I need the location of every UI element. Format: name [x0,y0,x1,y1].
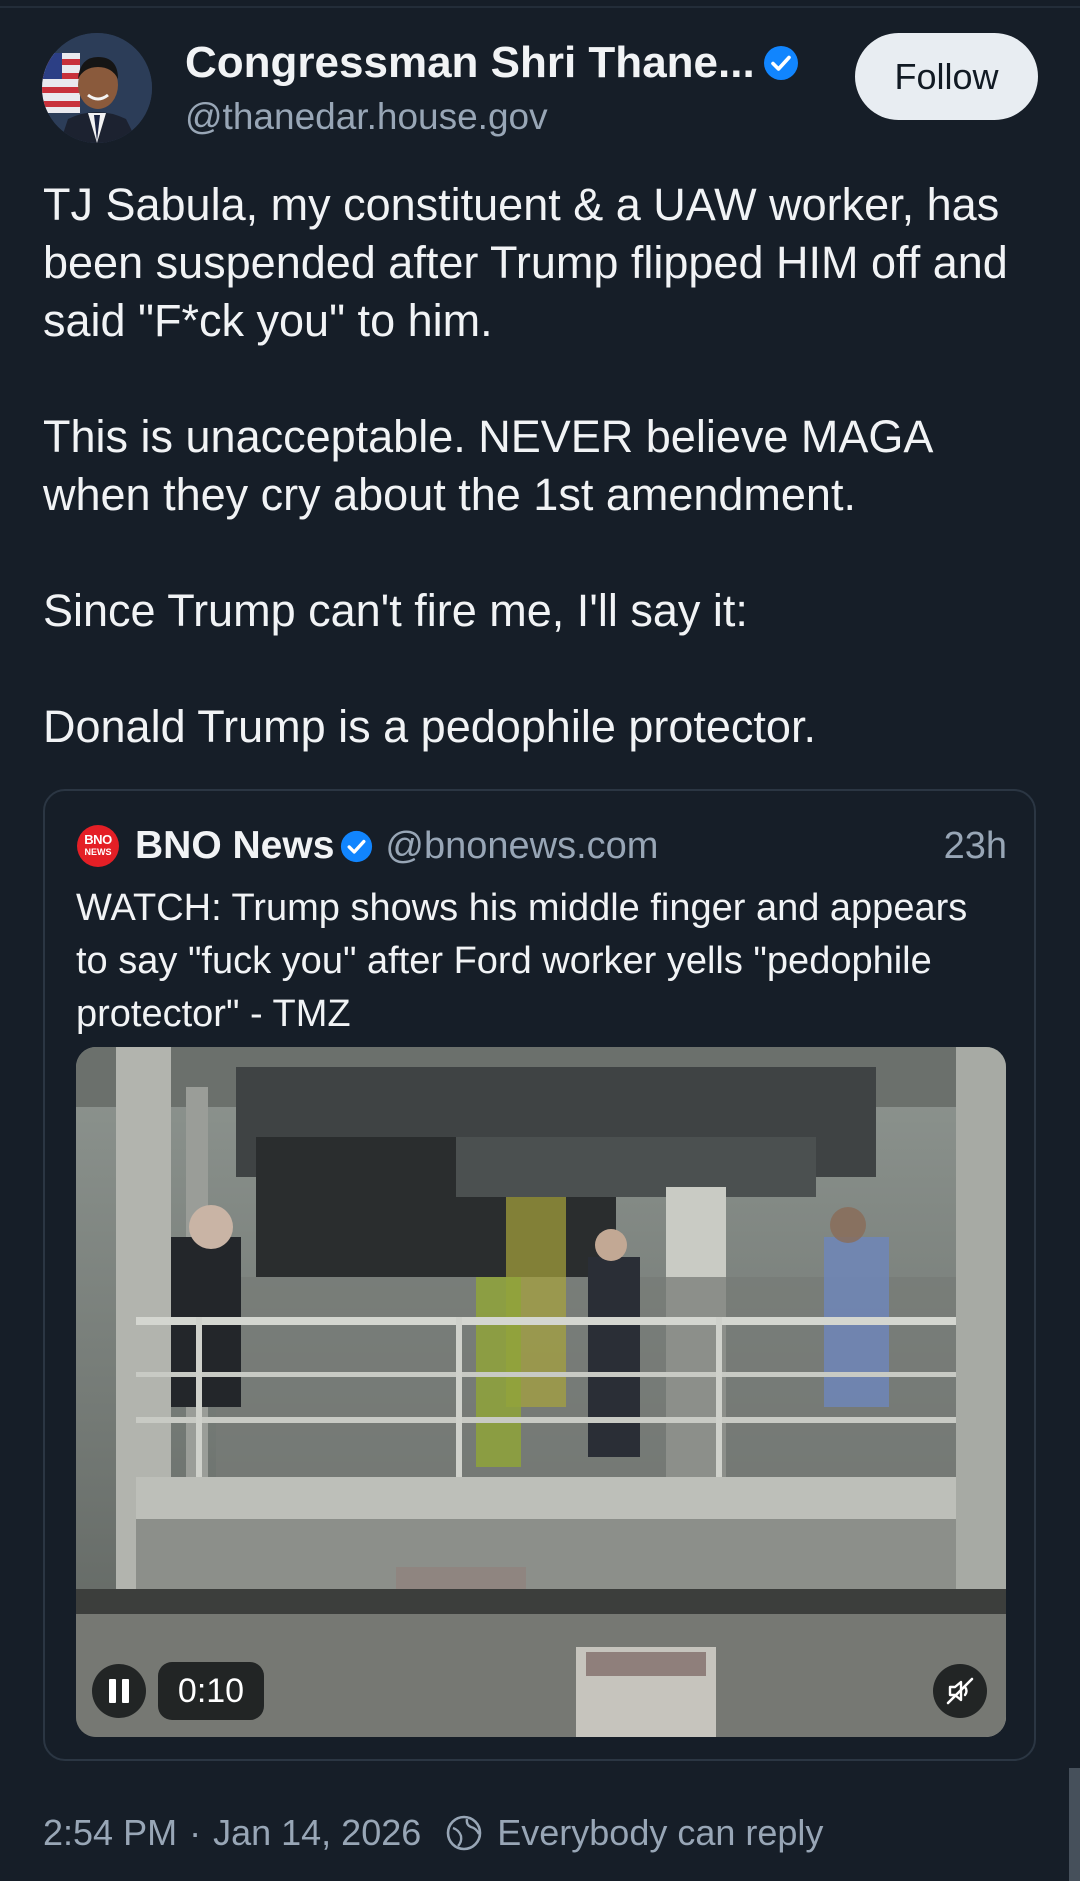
unmute-button[interactable] [933,1664,987,1718]
author-display-name[interactable]: Congressman Shri Thane... [185,38,755,88]
post-footer: 2:54 PM · Jan 14, 2026 Everybody can rep… [43,1805,823,1861]
avatar-portrait-icon [42,33,152,143]
reply-setting[interactable]: Everybody can reply [497,1812,823,1854]
author-name-row: Congressman Shri Thane... [185,38,799,88]
bno-news-logo-icon[interactable]: BNO NEWS [77,825,119,867]
video-player[interactable]: 0:10 [76,1047,1006,1737]
post-body: TJ Sabula, my constituent & a UAW worker… [43,176,1043,756]
author-avatar[interactable] [42,33,152,143]
quoted-post-text: WATCH: Trump shows his middle finger and… [76,887,968,1035]
pause-button[interactable] [92,1664,146,1718]
quoted-post-time: 23h [943,825,1007,867]
post-paragraph: Donald Trump is a pedophile protector. [43,701,816,752]
post-paragraph: This is unacceptable. NEVER believe MAGA… [43,411,931,520]
verified-badge-icon [341,830,373,862]
post-date[interactable]: Jan 14, 2026 [213,1812,421,1854]
quoted-post[interactable]: BNO NEWS BNO News @bnonews.com 23h WATCH… [43,789,1036,1761]
quoted-post-header: BNO NEWS BNO News @bnonews.com 23h [77,821,1007,871]
footer-separator: · [189,1812,202,1853]
video-elapsed-time: 0:10 [158,1662,264,1720]
post-paragraph: TJ Sabula, my constituent & a UAW worker… [43,179,1008,346]
post-timestamp[interactable]: 2:54 PM [43,1812,177,1854]
video-frame [76,1047,1006,1737]
post-header: Congressman Shri Thane... @thanedar.hous… [0,0,1080,160]
quoted-author-name[interactable]: BNO News [135,824,334,868]
scrollbar[interactable] [1069,1768,1080,1881]
speaker-muted-icon [946,1677,974,1705]
author-handle[interactable]: @thanedar.house.gov [185,96,548,138]
post-paragraph: Since Trump can't fire me, I'll say it: [43,585,748,636]
globe-reply-icon [446,1815,482,1851]
verified-badge-icon [763,46,798,80]
pause-icon [109,1679,116,1703]
follow-button[interactable]: Follow [855,33,1038,120]
quoted-author-handle[interactable]: @bnonews.com [385,825,658,868]
